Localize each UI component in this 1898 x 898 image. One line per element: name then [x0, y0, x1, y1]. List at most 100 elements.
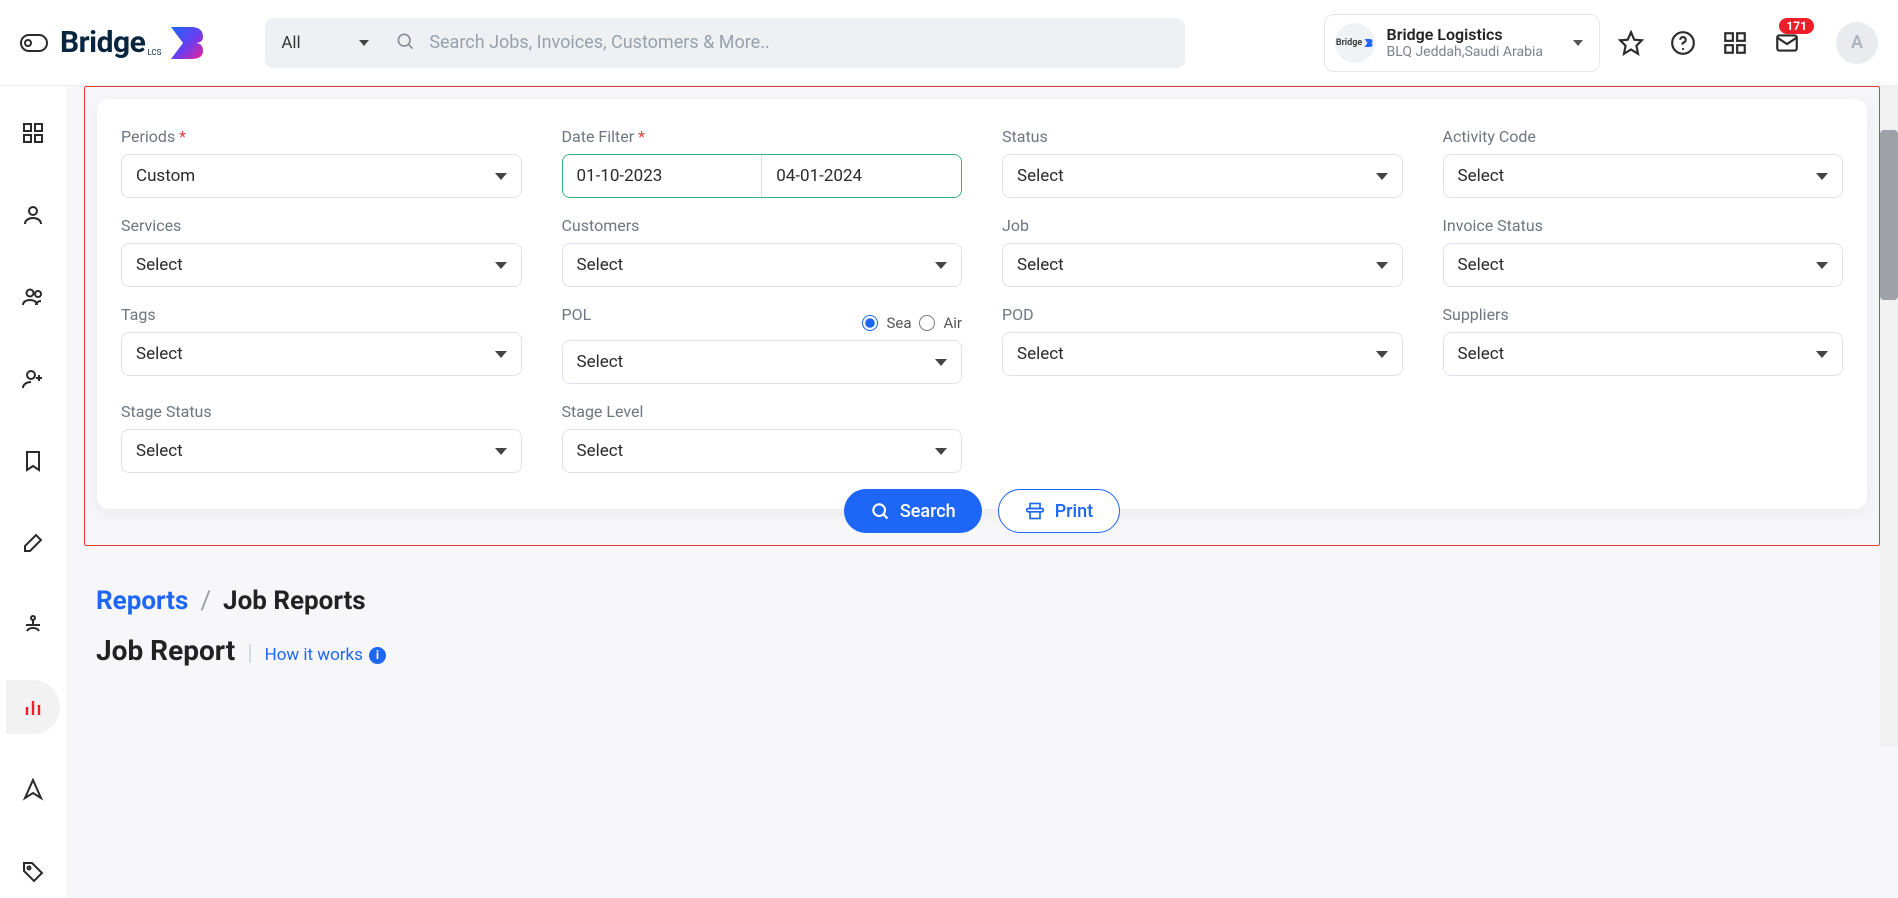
sidebar-item-customers[interactable]	[6, 270, 60, 324]
status-label: Status	[1002, 127, 1403, 146]
field-periods: Periods Custom	[121, 127, 522, 198]
sidebar-item-profile[interactable]	[6, 188, 60, 242]
chevron-down-icon	[935, 262, 947, 269]
search-input-wrap	[385, 31, 1185, 55]
activity-code-select[interactable]: Select	[1443, 154, 1844, 198]
search-input[interactable]	[429, 32, 1175, 53]
tags-label: Tags	[121, 305, 522, 324]
activity-code-value: Select	[1458, 166, 1505, 186]
search-filter-dropdown[interactable]: All	[265, 18, 385, 68]
chevron-down-icon	[1573, 40, 1583, 46]
sidebar-item-tags[interactable]	[6, 844, 60, 898]
pol-label: POL	[562, 305, 592, 324]
field-date-filter: Date Filter 01-10-2023 04-01-2024	[562, 127, 963, 198]
suppliers-label: Suppliers	[1443, 305, 1844, 324]
sidebar-toggle[interactable]	[20, 34, 48, 52]
suppliers-value: Select	[1458, 344, 1505, 364]
status-select[interactable]: Select	[1002, 154, 1403, 198]
pol-value: Select	[577, 352, 624, 372]
sidebar-item-reports[interactable]	[6, 680, 60, 734]
page-title: Job Report	[96, 634, 235, 667]
date-range-input[interactable]: 01-10-2023 04-01-2024	[562, 154, 963, 198]
chevron-down-icon	[495, 262, 507, 269]
field-pol: POL Sea Air Select	[562, 305, 963, 384]
apps-grid-button[interactable]	[1722, 30, 1748, 56]
scrollbar-thumb[interactable]	[1880, 130, 1898, 300]
notification-badge: 171	[1779, 18, 1814, 34]
sidebar-item-bookmarks[interactable]	[6, 434, 60, 488]
customers-value: Select	[577, 255, 624, 275]
job-select[interactable]: Select	[1002, 243, 1403, 287]
stage-level-label: Stage Level	[562, 402, 963, 421]
pol-select[interactable]: Select	[562, 340, 963, 384]
global-search: All	[265, 18, 1185, 68]
user-avatar[interactable]: A	[1836, 22, 1878, 64]
field-services: Services Select	[121, 216, 522, 287]
breadcrumb-leaf: Job Reports	[223, 586, 366, 616]
job-label: Job	[1002, 216, 1403, 235]
field-pod: POD Select	[1002, 305, 1403, 384]
layout: Periods Custom Date Filter 01-10-2023 04…	[0, 86, 1898, 898]
search-button-label: Search	[900, 501, 956, 522]
main-content: Periods Custom Date Filter 01-10-2023 04…	[66, 86, 1898, 898]
pol-radio-air[interactable]	[919, 315, 935, 331]
tenant-switcher[interactable]: Bridge Bridge Logistics BLQ Jeddah,Saudi…	[1324, 14, 1600, 72]
tags-select[interactable]: Select	[121, 332, 522, 376]
logo-sub: LCS	[147, 48, 161, 57]
status-value: Select	[1017, 166, 1064, 186]
date-filter-label: Date Filter	[562, 127, 963, 146]
breadcrumb-root[interactable]: Reports	[96, 586, 188, 616]
sidebar-item-navigation[interactable]	[6, 762, 60, 816]
favorites-button[interactable]	[1618, 30, 1644, 56]
search-button[interactable]: Search	[844, 489, 982, 533]
chevron-down-icon	[495, 173, 507, 180]
report-heading: Job Report | How it works i	[96, 634, 1880, 667]
services-label: Services	[121, 216, 522, 235]
tenant-lines: Bridge Logistics BLQ Jeddah,Saudi Arabia	[1387, 25, 1543, 61]
tenant-sub: BLQ Jeddah,Saudi Arabia	[1387, 44, 1543, 61]
field-customers: Customers Select	[562, 216, 963, 287]
app-logo[interactable]: Bridge LCS	[60, 23, 205, 63]
pol-radio-sea-label: Sea	[886, 314, 911, 332]
chevron-down-icon	[495, 351, 507, 358]
services-select[interactable]: Select	[121, 243, 522, 287]
sidebar-item-edit[interactable]	[6, 516, 60, 570]
help-button[interactable]	[1670, 30, 1696, 56]
stage-level-select[interactable]: Select	[562, 429, 963, 473]
how-it-works-link[interactable]: How it works i	[265, 645, 386, 665]
invoice-status-select[interactable]: Select	[1443, 243, 1844, 287]
suppliers-select[interactable]: Select	[1443, 332, 1844, 376]
customers-label: Customers	[562, 216, 963, 235]
periods-value: Custom	[136, 166, 195, 186]
info-icon: i	[369, 647, 386, 664]
chevron-down-icon	[359, 40, 369, 46]
customers-select[interactable]: Select	[562, 243, 963, 287]
user-initial: A	[1851, 32, 1863, 53]
periods-label: Periods	[121, 127, 522, 146]
field-suppliers: Suppliers Select	[1443, 305, 1844, 384]
filters-highlight-frame: Periods Custom Date Filter 01-10-2023 04…	[84, 86, 1880, 546]
pol-radio-sea[interactable]	[862, 315, 878, 331]
pod-select[interactable]: Select	[1002, 332, 1403, 376]
filters-grid: Periods Custom Date Filter 01-10-2023 04…	[121, 127, 1843, 473]
sidebar-item-add-user[interactable]	[6, 352, 60, 406]
filters-card: Periods Custom Date Filter 01-10-2023 04…	[97, 99, 1867, 509]
stage-status-select[interactable]: Select	[121, 429, 522, 473]
field-invoice-status: Invoice Status Select	[1443, 216, 1844, 287]
sidebar-item-dashboard[interactable]	[6, 106, 60, 160]
inbox-button[interactable]: 171	[1774, 30, 1800, 56]
chevron-down-icon	[935, 448, 947, 455]
print-button[interactable]: Print	[998, 489, 1120, 533]
periods-select[interactable]: Custom	[121, 154, 522, 198]
date-from[interactable]: 01-10-2023	[563, 155, 762, 197]
tenant-avatar: Bridge	[1335, 23, 1375, 63]
logo-text: Bridge	[60, 25, 145, 60]
job-value: Select	[1017, 255, 1064, 275]
sidebar-item-shipping[interactable]	[6, 598, 60, 652]
pod-value: Select	[1017, 344, 1064, 364]
date-to[interactable]: 04-01-2024	[761, 155, 961, 197]
tenant-avatar-text: Bridge	[1336, 38, 1362, 48]
title-divider: |	[247, 641, 252, 666]
chevron-down-icon	[1376, 173, 1388, 180]
chevron-down-icon	[935, 359, 947, 366]
